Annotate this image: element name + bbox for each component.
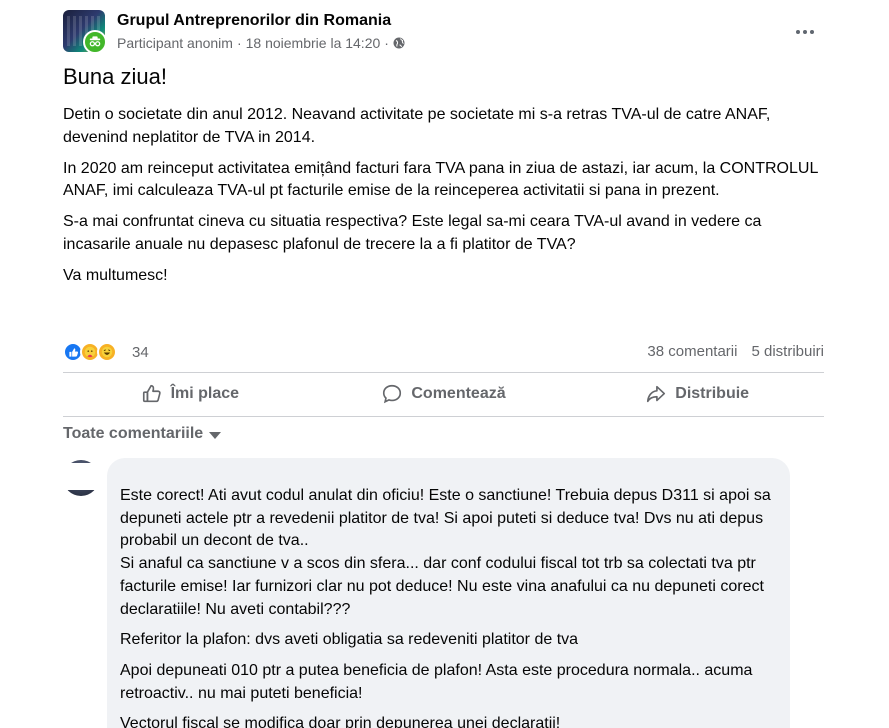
meta-separator: · bbox=[384, 35, 389, 51]
more-options-button[interactable] bbox=[787, 18, 823, 46]
reactions-summary: 34 38 comentarii 5 distribuiri bbox=[63, 340, 824, 364]
comment-text: Este corect! Ati avut codul anulat din o… bbox=[120, 485, 780, 728]
share-icon bbox=[647, 385, 666, 403]
meta-separator: · bbox=[236, 35, 242, 51]
post-body: Detin o societate din anul 2012. Neavand… bbox=[63, 104, 823, 296]
shares-count-link[interactable]: 5 distribuiri bbox=[751, 343, 824, 360]
like-button[interactable]: Îmi place bbox=[63, 375, 317, 413]
haha-icon bbox=[97, 342, 117, 362]
comment-icon bbox=[383, 384, 402, 404]
like-button-label: Îmi place bbox=[170, 385, 240, 402]
share-button-label: Distribuie bbox=[675, 385, 750, 402]
post-paragraph: Detin o societate din anul 2012. Neavand… bbox=[63, 106, 771, 146]
reaction-count[interactable]: 34 bbox=[132, 344, 149, 361]
divider bbox=[63, 416, 824, 417]
post-paragraph: S-a mai confruntat cineva cu situatia re… bbox=[63, 213, 762, 253]
post-actions: Îmi place Comentează Distribuie bbox=[63, 375, 824, 413]
comment-paragraph: Este corect! Ati avut codul anulat din o… bbox=[120, 487, 771, 618]
author-name[interactable]: Participant anonim bbox=[117, 35, 233, 51]
comments-filter-dropdown[interactable]: Toate comentariile bbox=[63, 425, 222, 443]
group-name-link[interactable]: Grupul Antreprenorilor din Romania bbox=[117, 12, 391, 30]
share-button[interactable]: Distribuie bbox=[570, 375, 824, 413]
thumbs-up-icon bbox=[142, 384, 161, 403]
post-title: Buna ziua! bbox=[63, 64, 167, 89]
comment-paragraph: Referitor la plafon: dvs aveti obligatia… bbox=[120, 631, 579, 649]
anonymous-participant-icon bbox=[83, 30, 107, 54]
caret-down-icon bbox=[209, 432, 222, 439]
globe-icon[interactable] bbox=[393, 37, 405, 49]
divider bbox=[63, 372, 824, 373]
comments-count-link[interactable]: 38 comentarii bbox=[647, 343, 737, 360]
comment-button-label: Comentează bbox=[411, 385, 506, 402]
comment-paragraph: Apoi depuneati 010 ptr a putea beneficia… bbox=[120, 661, 753, 702]
comment-paragraph: Vectorul fiscal se modifica doar prin de… bbox=[120, 715, 561, 728]
post-timestamp[interactable]: 18 noiembrie la 14:20 bbox=[246, 35, 381, 51]
comments-filter-label: Toate comentariile bbox=[63, 425, 204, 442]
post-header: Grupul Antreprenorilor din Romania Parti… bbox=[63, 10, 823, 54]
post-paragraph: Va multumesc! bbox=[63, 266, 168, 284]
comment-button[interactable]: Comentează bbox=[317, 375, 571, 413]
redacted-name-mask bbox=[45, 463, 105, 490]
more-horizontal-icon bbox=[796, 30, 800, 34]
reaction-icons[interactable] bbox=[63, 342, 117, 362]
post-paragraph: In 2020 am reinceput activitatea emițând… bbox=[63, 159, 818, 200]
post-meta: Participant anonim · 18 noiembrie la 14:… bbox=[117, 35, 405, 51]
post-stats: 38 comentarii 5 distribuiri bbox=[647, 343, 824, 360]
